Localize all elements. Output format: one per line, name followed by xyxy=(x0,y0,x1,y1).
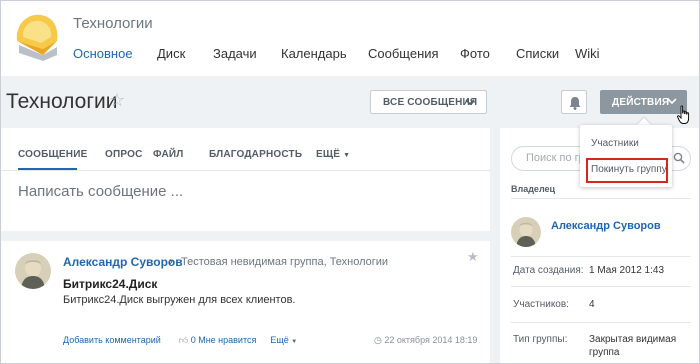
post-body: Битрикс24.Диск выгружен для всех клиенто… xyxy=(63,294,296,306)
divider xyxy=(511,198,691,199)
actions-label: ДЕЙСТВИЯ xyxy=(612,96,670,108)
group-type-value: Закрытая видимая xyxy=(589,334,677,345)
all-messages-button[interactable]: ВСЕ СООБЩЕНИЯ xyxy=(370,90,487,114)
message-input[interactable]: Написать сообщение ... xyxy=(18,183,183,200)
search-icon[interactable] xyxy=(673,152,685,164)
nav-item-disk[interactable]: Диск xyxy=(157,46,213,61)
nav-item-wiki[interactable]: Wiki xyxy=(575,46,600,61)
post-date: ◷ 22 октября 2014 18:19 xyxy=(374,335,477,346)
divider xyxy=(511,256,691,257)
nav-item-lists[interactable]: Списки xyxy=(516,46,575,61)
post-actions: Добавить комментарий 👍︎ 0 Мне нравится Е… xyxy=(63,335,297,346)
owner-portrait-icon xyxy=(511,217,541,247)
group-type-value-cont: группа xyxy=(589,347,620,358)
group-title[interactable]: Технологии xyxy=(73,15,153,32)
nav-item-main[interactable]: Основное xyxy=(73,46,157,61)
divider xyxy=(511,286,691,287)
more-label: Ещё xyxy=(270,335,289,345)
chevron-right-icon: › xyxy=(169,254,173,268)
like-label: 0 Мне нравится xyxy=(190,335,257,345)
post-destination[interactable]: Тестовая невидимая группа, Технологии xyxy=(181,256,388,268)
tab-poll[interactable]: ОПРОС xyxy=(105,149,153,160)
group-nav: Основное Диск Задачи Календарь Сообщения… xyxy=(73,46,600,61)
tab-more-label: ЕЩЁ xyxy=(316,149,341,160)
actions-button[interactable]: ДЕЙСТВИЯ xyxy=(600,90,687,114)
avatar[interactable] xyxy=(15,253,51,289)
bell-icon xyxy=(569,97,581,110)
add-comment-link[interactable]: Добавить комментарий xyxy=(63,335,161,346)
star-icon[interactable]: ☆ xyxy=(109,90,125,111)
members-value[interactable]: 4 xyxy=(589,299,595,310)
group-logo-icon xyxy=(16,14,58,61)
tab-file[interactable]: ФАЙЛ xyxy=(153,149,209,160)
hand-cursor-icon xyxy=(677,105,690,124)
members-label: Участников: xyxy=(513,299,569,310)
post-date-label: 22 октября 2014 18:19 xyxy=(384,335,478,345)
caret-down-icon: ▼ xyxy=(291,339,298,345)
star-icon[interactable]: ★ xyxy=(467,249,479,265)
post-composer xyxy=(1,128,490,231)
like-icon: 👍︎ xyxy=(178,335,189,345)
divider xyxy=(1,170,490,171)
owner-label: Владелец xyxy=(511,184,556,194)
nav-item-calendar[interactable]: Календарь xyxy=(281,46,368,61)
post-author-link[interactable]: Александр Суворов xyxy=(63,255,183,269)
menu-item-members[interactable]: Участники xyxy=(591,138,639,149)
caret-down-icon: ▼ xyxy=(343,152,351,159)
created-label: Дата создания: xyxy=(513,265,584,276)
tab-gratitude[interactable]: БЛАГОДАРНОСТЬ xyxy=(209,149,316,160)
window: Технологии Основное Диск Задачи Календар… xyxy=(0,0,700,364)
nav-item-photo[interactable]: Фото xyxy=(460,46,516,61)
nav-item-messages[interactable]: Сообщения xyxy=(368,46,460,61)
clock-icon: ◷ xyxy=(374,335,382,345)
divider xyxy=(511,322,691,323)
post-heading: Битрикс24.Диск xyxy=(63,277,158,291)
owner-name-link[interactable]: Александр Суворов xyxy=(551,220,661,232)
group-type-label: Тип группы: xyxy=(513,334,568,345)
chevron-down-icon xyxy=(465,99,475,106)
notifications-button[interactable] xyxy=(561,90,587,114)
page-title: Технологии xyxy=(6,90,118,113)
created-value: 1 Мая 2012 1:43 xyxy=(589,265,665,276)
composer-tabs: СООБЩЕНИЕ ОПРОС ФАЙЛ БЛАГОДАРНОСТЬ ЕЩЁ ▼ xyxy=(18,149,350,160)
menu-item-leave-group[interactable]: Покинуть группу xyxy=(586,158,668,183)
tab-more[interactable]: ЕЩЁ ▼ xyxy=(316,149,350,160)
like-button[interactable]: 👍︎ 0 Мне нравится xyxy=(179,335,257,346)
avatar[interactable] xyxy=(511,217,541,247)
post-more-button[interactable]: Ещё ▼ xyxy=(270,335,297,346)
nav-item-tasks[interactable]: Задачи xyxy=(213,46,281,61)
group-header: Технологии Основное Диск Задачи Календар… xyxy=(1,1,699,76)
tab-message[interactable]: СООБЩЕНИЕ xyxy=(18,149,105,160)
author-portrait-icon xyxy=(15,253,51,289)
